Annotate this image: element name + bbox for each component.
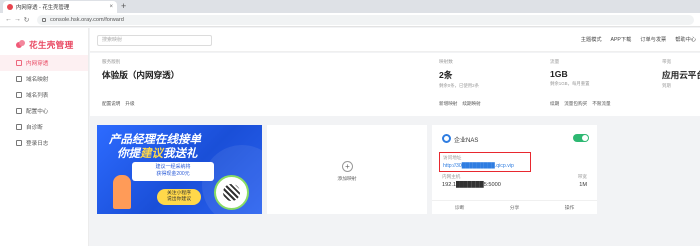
gear-icon [16,108,22,114]
logo[interactable]: 花生壳管理 [0,28,88,52]
person-illustration [113,175,131,209]
banner-tag: 关注小程序 说出你建议 [157,189,201,205]
stats-panel: 服务版别 体验版（内网穿透） 配置说明 升级 映射数 2条 剩余0条，已使用2条… [90,53,700,116]
forward-icon[interactable]: → [13,16,22,23]
orders-invoice-link[interactable]: 订单与发票 [640,36,666,43]
browser-tab-strip: 内网穿透 - 花生壳管理 × + [0,0,700,13]
stat-service: 服务版别 体验版（内网穿透） [102,59,179,81]
sidebar-item-diagnose[interactable]: 自诊断 [0,119,88,135]
url-input[interactable]: console.hsk.oray.com/forward [37,14,694,25]
sidebar-item-label: 内网穿透 [26,61,49,67]
stat-value: 2条 [439,70,453,80]
favicon-icon [7,4,13,10]
share-button[interactable]: 分享 [487,204,542,211]
lock-icon [42,17,46,22]
stat-sub: 剩余1GB，每月重置 [550,81,590,86]
sidebar-item-label: 登录日志 [26,141,49,147]
stat-label: 服务版别 [102,59,121,64]
stat-traffic: 流量 1GB 剩余1GB，每月重置 [550,59,590,87]
diagnose-icon [16,124,22,130]
service-links: 配置说明 升级 [102,101,135,107]
url-text: console.hsk.oray.com/forward [50,16,124,23]
traffic-pack-link[interactable]: 流量包购买 [564,101,587,107]
add-mapping-label: 添加映射 [337,177,357,182]
address-label: 访问地址 [443,155,462,160]
browser-tab[interactable]: 内网穿透 - 花生壳管理 × [3,1,117,13]
sidebar-item-domain-mapping[interactable]: 域名映射 [0,71,88,87]
stat-sub: 到期 [662,83,671,88]
unlimited-traffic-link[interactable]: 不限流量 [592,101,610,107]
tag-line2: 说出你建议 [167,197,191,202]
enable-toggle[interactable] [573,134,589,142]
log-icon [16,140,22,146]
stat-sub: 剩余0条，已使用2条 [439,83,480,88]
mapping-links: 新增映射 续期映射 [439,101,481,107]
bubble-line1: 建议一经采纳将 [155,164,191,170]
renew-link[interactable]: 续期 [550,101,559,107]
banner-title-highlight: 建议 [140,148,163,160]
upgrade-link[interactable]: 升级 [125,101,134,107]
sidebar-nav: 内网穿透 域名映射 域名列表 配置中心 自诊断 登录日志 [0,55,88,151]
device-name: 企业NAS [454,138,479,144]
help-center-link[interactable]: 帮助中心 [675,36,696,43]
add-mapping-card[interactable]: + 添加映射 [267,125,427,214]
traffic-links: 续期 流量包购买 不限流量 [550,101,611,107]
add-mapping-link[interactable]: 新增映射 [439,101,457,107]
stat-value: 1GB [550,69,568,79]
sidebar: 花生壳管理 内网穿透 域名映射 域名列表 配置中心 自诊断 登录日志 [0,28,89,246]
sidebar-item-label: 配置中心 [26,109,49,115]
logo-text: 花生壳管理 [29,39,74,50]
search-input[interactable]: 搜索映射 [97,35,212,46]
diagnose-button[interactable]: 诊断 [432,204,487,211]
plus-icon: + [342,161,353,172]
host-value: 192.1███████5:5000 [442,182,501,188]
sidebar-item-label: 自诊断 [26,125,43,131]
sidebar-item-domain-list[interactable]: 域名列表 [0,87,88,103]
config-guide-link[interactable]: 配置说明 [102,101,120,107]
operations-button[interactable]: 操作 [542,204,597,211]
stat-label: 映射数 [439,59,453,64]
host-label: 内网主机 [442,174,461,179]
device-footer: 诊断 分享 操作 [432,200,597,214]
reload-icon[interactable]: ↻ [22,16,31,24]
network-icon [16,60,22,66]
sidebar-item-forward[interactable]: 内网穿透 [0,55,88,71]
back-icon[interactable]: ← [4,16,13,23]
tab-title: 内网穿透 - 花生壳管理 [16,5,70,11]
bandwidth-value[interactable]: 1M [579,182,587,188]
stat-label: 带宽 [662,59,672,64]
stat-label: 流量 [550,59,560,64]
app-download-link[interactable]: APP下载 [611,36,632,43]
promo-banner[interactable]: 产品经理在线接单 你提建议我送礼 建议一经采纳将 获得现金200元 关注小程序 … [97,125,262,214]
link-icon [16,76,22,82]
close-tab-icon[interactable]: × [109,4,113,10]
banner-title-line2: 你提建议我送礼 [117,145,198,161]
header-links: 主题模式 APP下载 订单与发票 帮助中心 [581,36,696,43]
address-link[interactable]: http://30█████████.qicp.vip [443,163,527,169]
banner-title-prefix: 你提 [117,148,140,160]
address-bar: ← → ↻ console.hsk.oray.com/forward [0,13,700,27]
stat-mappings: 映射数 2条 剩余0条，已使用2条 [439,59,479,89]
banner-bubble: 建议一经采纳将 获得现金200元 [132,162,214,181]
sidebar-item-login-log[interactable]: 登录日志 [0,135,88,151]
banner-title-suffix: 我送礼 [163,148,198,160]
stat-value: 体验版（内网穿透） [102,70,180,80]
qr-code-icon [214,175,249,210]
address-highlight-box: 访问地址 http://30█████████.qicp.vip [439,152,531,172]
sidebar-item-label: 域名列表 [26,93,49,99]
top-bar: 搜索映射 主题模式 APP下载 订单与发票 帮助中心 [90,28,700,52]
list-icon [16,92,22,98]
theme-mode-link[interactable]: 主题模式 [581,36,602,43]
sidebar-item-label: 域名映射 [26,77,49,83]
bubble-line2: 获得现金200元 [156,171,190,177]
device-card: 企业NAS 访问地址 http://30█████████.qicp.vip 内… [432,125,597,214]
stat-cloud: 带宽 应用云平台 到期 [662,59,700,89]
sidebar-item-config[interactable]: 配置中心 [0,103,88,119]
browser-icon [442,134,451,143]
renew-mapping-link[interactable]: 续期映射 [462,101,480,107]
new-tab-button[interactable]: + [121,1,126,12]
peanut-logo-icon [16,40,25,49]
stat-value: 应用云平台 [662,70,700,80]
bandwidth-label: 带宽 [577,174,587,179]
